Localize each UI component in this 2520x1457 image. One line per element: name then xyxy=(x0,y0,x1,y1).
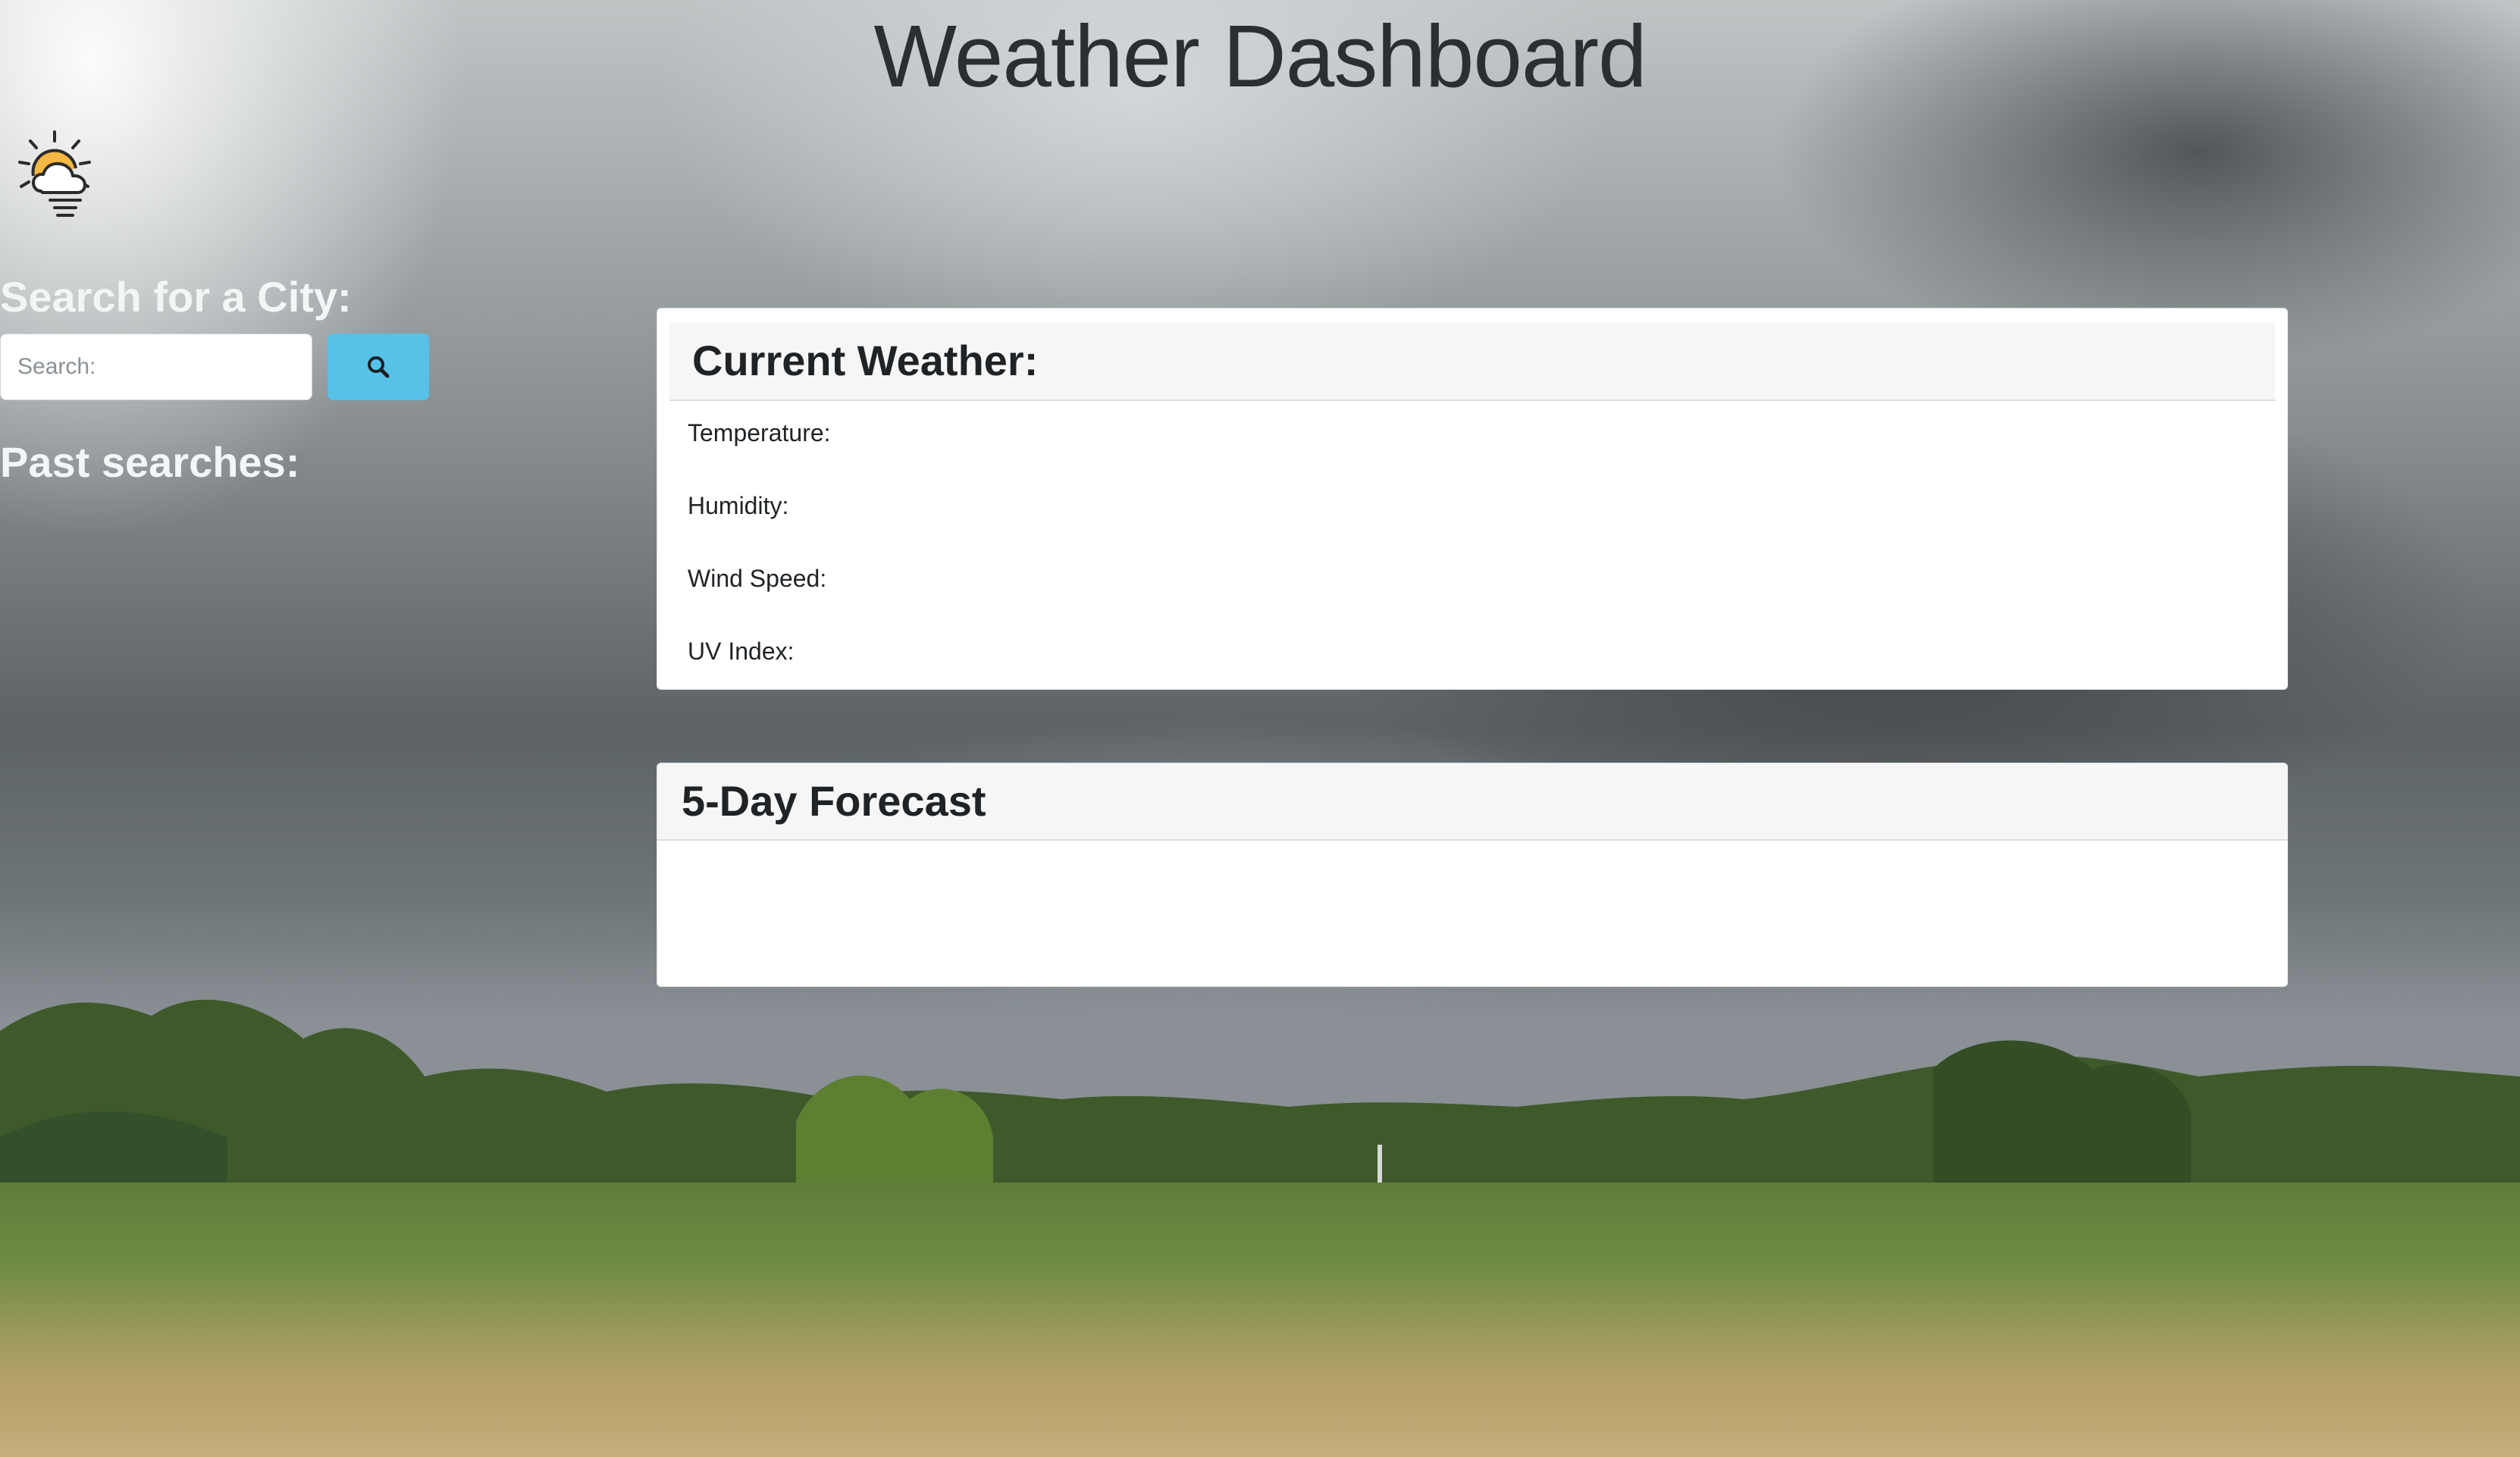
current-weather-title: Current Weather: xyxy=(692,337,1039,384)
temperature-label: Temperature: xyxy=(688,419,831,446)
past-searches-heading: Past searches: xyxy=(0,438,300,486)
current-weather-header: Current Weather: xyxy=(669,322,2275,401)
page-title: Weather Dashboard xyxy=(873,7,1647,105)
search-icon xyxy=(368,356,390,378)
wind-speed-label: Wind Speed: xyxy=(688,565,827,592)
app-root: Weather Dashboard Search for a City: Pas… xyxy=(0,0,2520,1457)
search-heading: Search for a City: xyxy=(0,273,352,321)
forecast-header: 5-Day Forecast xyxy=(657,763,2287,841)
forecast-title: 5-Day Forecast xyxy=(682,777,986,825)
humidity-label: Humidity: xyxy=(688,492,789,519)
search-input[interactable] xyxy=(0,334,312,400)
current-weather-metrics: Temperature: Humidity: Wind Speed: UV In… xyxy=(657,401,2287,689)
forecast-card: 5-Day Forecast xyxy=(657,763,2288,987)
current-weather-card: Current Weather: Temperature: Humidity: … xyxy=(657,308,2288,690)
search-button[interactable] xyxy=(328,334,429,400)
uv-index-label: UV Index: xyxy=(688,638,795,665)
sun-behind-cloud-icon xyxy=(18,130,91,217)
